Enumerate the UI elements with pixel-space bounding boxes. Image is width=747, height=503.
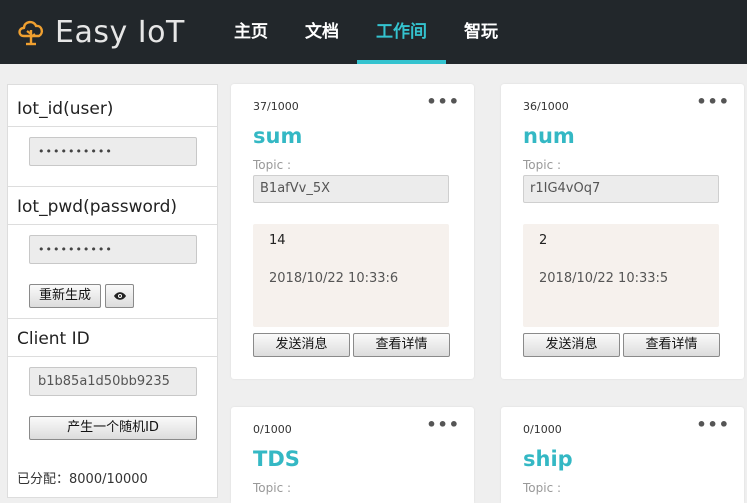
iot-pwd-field[interactable]: •••••••••• — [29, 235, 197, 264]
topic-field[interactable]: r1IG4vOq7 — [523, 175, 719, 203]
topic-field[interactable]: B1afVv_5X — [253, 175, 449, 203]
device-name: ship — [523, 447, 573, 471]
divider — [8, 356, 217, 357]
view-details-button[interactable]: 查看详情 — [353, 333, 450, 357]
nav-workspace[interactable]: 工作间 — [357, 0, 446, 64]
latest-message: 2 2018/10/22 10:33:5 — [523, 224, 719, 327]
latest-message: 14 2018/10/22 10:33:6 — [253, 224, 449, 327]
device-name: num — [523, 124, 575, 148]
topic-label: Topic : — [253, 481, 292, 495]
device-card: 36/1000 ••• num Topic : r1IG4vOq7 2 2018… — [501, 84, 744, 379]
active-nav-indicator — [357, 60, 446, 64]
random-id-button[interactable]: 产生一个随机ID — [29, 416, 197, 440]
iot-id-label: Iot_id(user) — [17, 99, 114, 119]
message-count: 0/1000 — [253, 423, 292, 436]
view-details-button[interactable]: 查看详情 — [623, 333, 720, 357]
send-message-button[interactable]: 发送消息 — [523, 333, 620, 357]
divider — [8, 224, 217, 225]
top-navbar: Easy IoT 主页 文档 工作间 智玩 — [0, 0, 747, 64]
device-card: 0/1000 ••• ship Topic : — [501, 407, 744, 503]
cloud-logo-icon — [18, 20, 44, 46]
message-value: 2 — [539, 233, 548, 248]
topic-label: Topic : — [523, 481, 562, 495]
message-value: 14 — [269, 233, 286, 248]
nav-docs[interactable]: 文档 — [293, 0, 351, 64]
client-id-field[interactable]: b1b85a1d50bb9235 — [29, 367, 197, 396]
send-message-button[interactable]: 发送消息 — [253, 333, 350, 357]
more-options-icon[interactable]: ••• — [426, 415, 460, 434]
topic-label: Topic : — [523, 158, 562, 172]
device-card: 0/1000 ••• TDS Topic : — [231, 407, 474, 503]
more-options-icon[interactable]: ••• — [696, 415, 730, 434]
device-card: 37/1000 ••• sum Topic : B1afVv_5X 14 201… — [231, 84, 474, 379]
logo[interactable]: Easy IoT — [16, 14, 185, 50]
message-time: 2018/10/22 10:33:5 — [539, 271, 669, 286]
divider — [8, 126, 217, 127]
credentials-panel: Iot_id(user) •••••••••• Iot_pwd(password… — [7, 84, 218, 498]
allocation-status: 已分配：8000/10000 — [17, 472, 148, 487]
nav-play[interactable]: 智玩 — [452, 0, 510, 64]
nav-home[interactable]: 主页 — [222, 0, 280, 64]
regenerate-button[interactable]: 重新生成 — [29, 284, 101, 308]
logo-text: Easy IoT — [55, 14, 185, 50]
show-password-button[interactable] — [105, 284, 134, 308]
message-count: 0/1000 — [523, 423, 562, 436]
message-time: 2018/10/22 10:33:6 — [269, 271, 399, 286]
divider — [8, 186, 217, 187]
iot-id-field[interactable]: •••••••••• — [29, 137, 197, 166]
device-name: sum — [253, 124, 303, 148]
client-id-label: Client ID — [17, 329, 90, 349]
message-count: 36/1000 — [523, 100, 569, 113]
topic-label: Topic : — [253, 158, 292, 172]
divider — [8, 318, 217, 319]
more-options-icon[interactable]: ••• — [426, 92, 460, 111]
message-count: 37/1000 — [253, 100, 299, 113]
iot-pwd-label: Iot_pwd(password) — [17, 197, 178, 217]
more-options-icon[interactable]: ••• — [696, 92, 730, 111]
device-name: TDS — [253, 447, 300, 471]
eye-icon — [113, 292, 126, 300]
